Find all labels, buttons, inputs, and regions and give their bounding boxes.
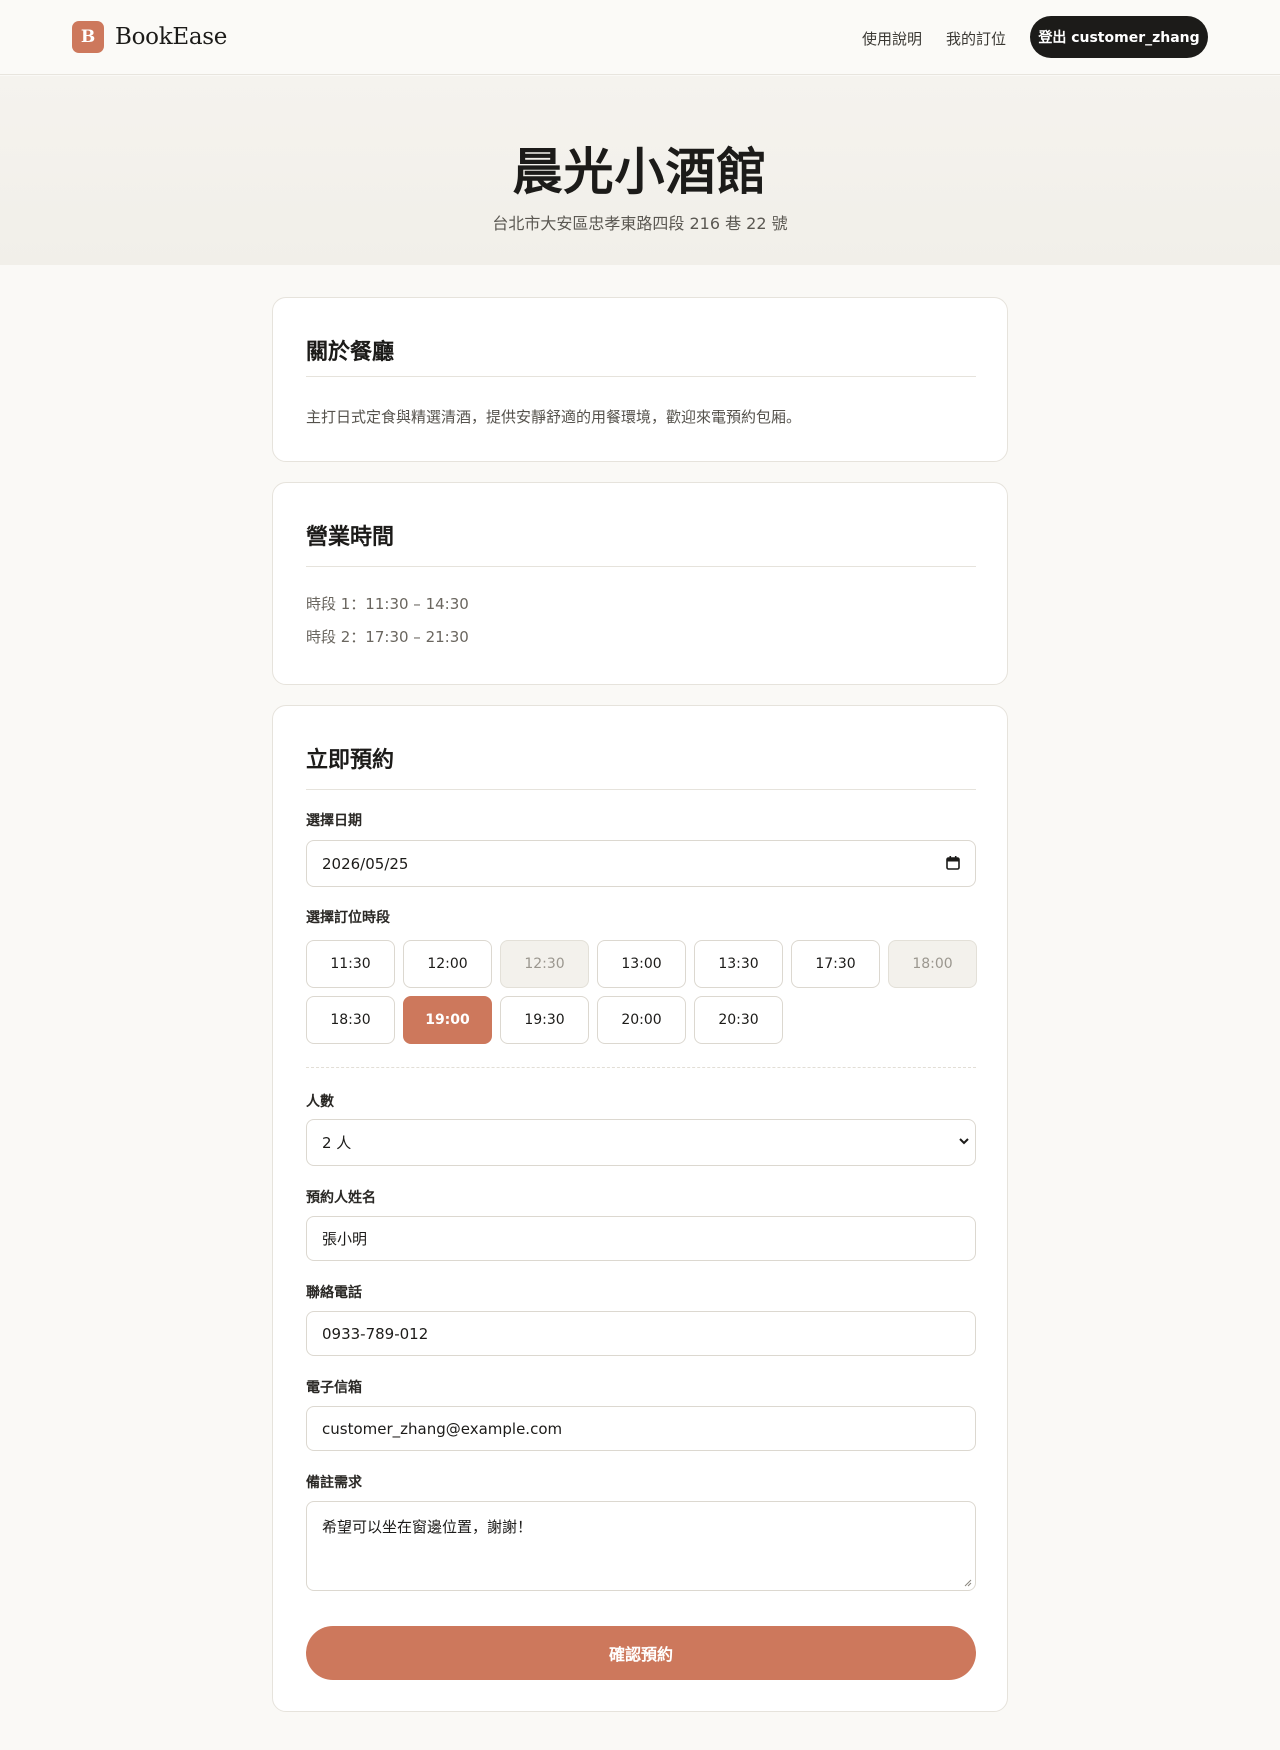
- date-label: 選擇日期: [306, 813, 362, 829]
- brand[interactable]: B BookEase: [72, 21, 227, 53]
- time-slot-2000[interactable]: 20:00: [597, 996, 686, 1044]
- time-slot-2030[interactable]: 20:30: [694, 996, 783, 1044]
- notes-value: 希望可以坐在窗邊位置，謝謝！: [322, 1518, 533, 1536]
- chevron-down-icon: [959, 1138, 969, 1145]
- confirm-booking-button[interactable]: 確認預約: [306, 1626, 976, 1680]
- name-label: 預約人姓名: [306, 1190, 376, 1206]
- divider: [306, 789, 976, 790]
- about-title: 關於餐廳: [306, 339, 395, 365]
- time-slot-1200[interactable]: 12:00: [403, 940, 492, 988]
- party-size-value: 2 人: [322, 1134, 352, 1152]
- top-bar: B BookEase 使用說明 我的訂位 登出 customer_zhang: [0, 0, 1280, 75]
- time-slot-1130[interactable]: 11:30: [306, 940, 395, 988]
- notes-textarea[interactable]: 希望可以坐在窗邊位置，謝謝！: [306, 1501, 976, 1591]
- name-input[interactable]: 張小明: [306, 1216, 976, 1261]
- resize-handle-icon[interactable]: [963, 1578, 972, 1587]
- time-slot-1930[interactable]: 19:30: [500, 996, 589, 1044]
- section-divider: [306, 1067, 976, 1068]
- party-size-label: 人數: [306, 1094, 334, 1110]
- brand-name: BookEase: [115, 24, 228, 50]
- date-value: 2026/05/25: [322, 854, 409, 873]
- divider: [306, 376, 976, 377]
- notes-label: 備註需求: [306, 1475, 362, 1491]
- hours-period: 時段 1：11:30 – 14:30: [306, 595, 469, 613]
- logout-button[interactable]: 登出 customer_zhang: [1030, 16, 1208, 58]
- phone-input[interactable]: 0933-789-012: [306, 1311, 976, 1356]
- time-slot-1730[interactable]: 17:30: [791, 940, 880, 988]
- time-slot-1900[interactable]: 19:00: [403, 996, 492, 1044]
- time-slot-1800: 18:00: [888, 940, 977, 988]
- time-slot-1300[interactable]: 13:00: [597, 940, 686, 988]
- time-slot-1330[interactable]: 13:30: [694, 940, 783, 988]
- booking-title: 立即預約: [306, 747, 395, 773]
- hours-card: 營業時間 時段 1：11:30 – 14:30 時段 2：17:30 – 21:…: [272, 482, 1008, 685]
- email-label: 電子信箱: [306, 1380, 362, 1396]
- time-slot-1830[interactable]: 18:30: [306, 996, 395, 1044]
- divider: [306, 566, 976, 567]
- email-input[interactable]: customer_zhang@example.com: [306, 1406, 976, 1451]
- email-value: customer_zhang@example.com: [322, 1419, 563, 1438]
- nav-my-bookings-link[interactable]: 我的訂位: [946, 28, 1006, 49]
- party-size-select[interactable]: 2 人: [306, 1119, 976, 1166]
- about-text: 主打日式定食與精選清酒，提供安靜舒適的用餐環境，歡迎來電預約包厢。: [306, 408, 802, 426]
- restaurant-address: 台北市大安區忠孝東路四段 216 巷 22 號: [492, 214, 788, 233]
- hours-period: 時段 2：17:30 – 21:30: [306, 628, 469, 646]
- restaurant-name: 晨光小酒館: [512, 142, 768, 201]
- hours-title: 營業時間: [306, 524, 395, 550]
- nav-help-link[interactable]: 使用說明: [862, 28, 922, 49]
- slot-label: 選擇訂位時段: [306, 910, 390, 926]
- phone-value: 0933-789-012: [322, 1324, 429, 1343]
- booking-card: 立即預約 選擇日期 2026/05/25 選擇訂位時段 11:30 12:00 12…: [272, 705, 1008, 1712]
- about-card: 關於餐廳 主打日式定食與精選清酒，提供安靜舒適的用餐環境，歡迎來電預約包厢。: [272, 297, 1008, 462]
- restaurant-hero: 晨光小酒館 台北市大安區忠孝東路四段 216 巷 22 號: [0, 76, 1280, 265]
- calendar-icon[interactable]: [946, 856, 960, 870]
- time-slot-1230: 12:30: [500, 940, 589, 988]
- phone-label: 聯絡電話: [306, 1285, 362, 1301]
- date-input[interactable]: 2026/05/25: [306, 840, 976, 887]
- logo-icon: B: [72, 21, 104, 53]
- name-value: 張小明: [322, 1230, 368, 1248]
